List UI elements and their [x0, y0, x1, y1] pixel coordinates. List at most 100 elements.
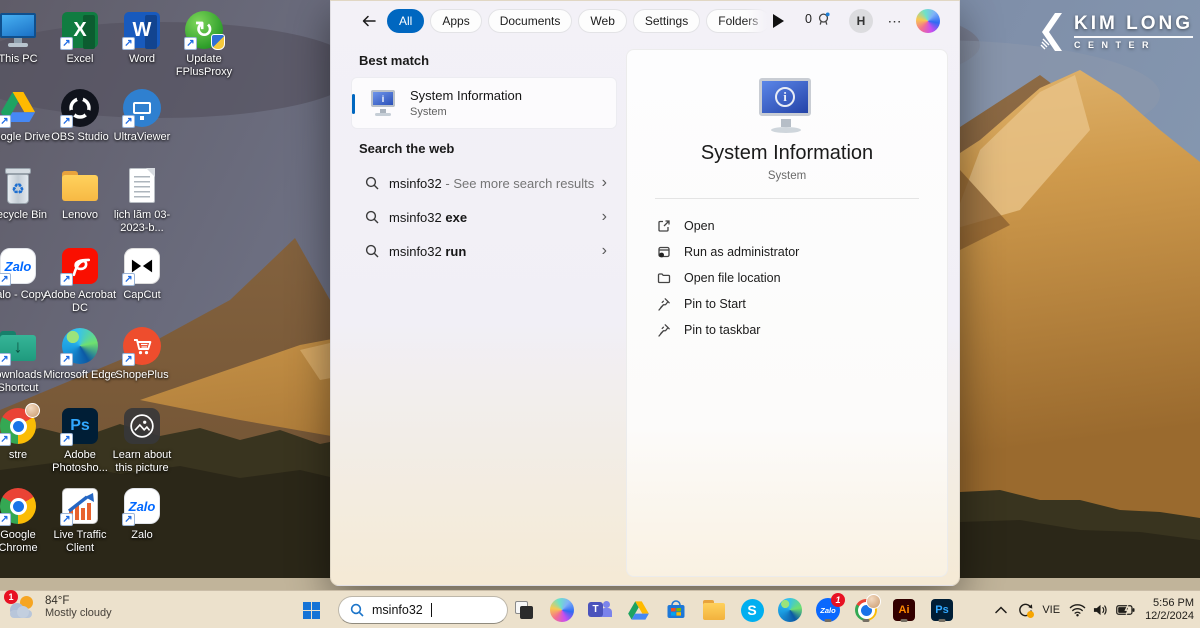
desktop-icon-update-fplusproxy[interactable]: ↻↗ Update FPlusProxy — [173, 10, 235, 79]
desktop-icon-label: CapCut — [104, 289, 180, 302]
chevron-right-icon: › — [602, 208, 607, 226]
teams-button[interactable]: T — [587, 597, 613, 623]
desktop-icon-excel[interactable]: X↗ Excel — [49, 10, 111, 66]
shortcut-arrow-icon: ↗ — [60, 513, 73, 526]
edge-button[interactable] — [777, 597, 803, 623]
desktop-icon-learn-about-picture[interactable]: Learn about this picture — [111, 406, 173, 475]
system-tray: VIE 5:56 PM 12/2/2024 — [989, 591, 1200, 628]
desktop-icon-ultraviewer[interactable]: ↗ UltraViewer — [111, 88, 173, 144]
photoshop-icon: Ps↗ — [60, 406, 100, 446]
rewards-indicator[interactable]: 0 — [805, 11, 831, 27]
update-status-button[interactable] — [1013, 597, 1037, 623]
acrobat-icon: ↗ — [60, 246, 100, 286]
update-icon: ↻↗ — [184, 10, 224, 50]
web-suggestion-row[interactable]: msinfo32 run › — [351, 235, 617, 267]
more-options-icon[interactable]: ⋯ — [883, 9, 907, 33]
desktop-icon-label: UltraViewer — [104, 131, 180, 144]
hidden-icons-button[interactable] — [989, 597, 1013, 623]
desktop-icon-lenovo-folder[interactable]: Lenovo — [49, 166, 111, 222]
tab-web[interactable]: Web — [578, 9, 626, 33]
desktop-icon-shopeplus[interactable]: ↗ ShopePlus — [111, 326, 173, 382]
desktop-icon-live-traffic[interactable]: ↗ Live Traffic Client — [49, 486, 111, 555]
file-explorer-button[interactable] — [701, 597, 727, 623]
chrome-button[interactable] — [853, 597, 879, 623]
shortcut-arrow-icon: ↗ — [60, 37, 73, 50]
copilot-button[interactable] — [549, 597, 575, 623]
action-pin-to-start[interactable]: Pin to Start — [645, 292, 929, 316]
google-drive-button[interactable] — [625, 597, 651, 623]
taskbar-search-input[interactable]: msinfo32 — [338, 596, 508, 624]
desktop-icon-downloads[interactable]: ↓↗ Downloads - Shortcut — [0, 326, 49, 395]
best-match-result[interactable]: i System Information System — [351, 77, 617, 129]
system-information-icon: i — [368, 88, 400, 120]
desktop-icon-edge[interactable]: ↗ Microsoft Edge — [49, 326, 111, 382]
tab-documents[interactable]: Documents — [488, 9, 573, 33]
shortcut-arrow-icon: ↗ — [0, 273, 11, 286]
desktop-icon-capcut[interactable]: ↗ CapCut — [111, 246, 173, 302]
tab-settings[interactable]: Settings — [633, 9, 700, 33]
copilot-icon[interactable] — [916, 9, 940, 33]
edge-icon — [778, 598, 802, 622]
running-indicator — [825, 619, 832, 622]
desktop-icon-lich-lam-document[interactable]: lịch lãm 03-2023-b... — [111, 166, 173, 235]
battery-button[interactable] — [1113, 597, 1137, 623]
desktop-icon-zalo[interactable]: Zalo↗ Zalo — [111, 486, 173, 542]
system-information-icon-large: i — [755, 76, 819, 140]
desktop-icon-photoshop[interactable]: Ps↗ Adobe Photosho... — [49, 406, 111, 475]
zalo-button[interactable]: Zalo1 — [815, 597, 841, 623]
skype-icon: S — [741, 599, 764, 622]
tab-apps[interactable]: Apps — [430, 9, 481, 33]
zalo-icon: Zalo↗ — [122, 486, 162, 526]
microsoft-store-button[interactable] — [663, 597, 689, 623]
ultraviewer-icon: ↗ — [122, 88, 162, 128]
web-suggestion-row[interactable]: msinfo32 - See more search results › — [351, 167, 617, 199]
taskbar: 1 84°F Mostly cloudy msinfo32 T — [0, 590, 1200, 628]
search-icon — [350, 603, 364, 617]
search-value: msinfo32 — [372, 603, 423, 617]
detail-title: System Information — [627, 142, 947, 165]
action-run-as-administrator[interactable]: Run as administrator — [645, 240, 929, 264]
desktop-icon-label: ShopePlus — [104, 369, 180, 382]
brand-divider — [1074, 36, 1193, 38]
user-avatar[interactable]: H — [849, 9, 873, 33]
tabs-scroll-right-icon[interactable] — [773, 14, 784, 28]
windows-desktop: KIM LONG CENTER This PC X↗ Excel W↗ Word… — [0, 0, 1200, 628]
back-button[interactable] — [357, 9, 381, 33]
suggestion-text: msinfo32 run — [389, 244, 466, 259]
desktop-icon-obs-studio[interactable]: ↗ OBS Studio — [49, 88, 111, 144]
desktop-icon-acrobat[interactable]: ↗ Adobe Acrobat DC — [49, 246, 111, 315]
pin-icon — [657, 323, 671, 337]
text-caret — [431, 603, 432, 617]
weather-widget[interactable]: 1 84°F Mostly cloudy — [8, 594, 112, 620]
shortcut-arrow-icon: ↗ — [122, 353, 135, 366]
task-view-button[interactable] — [511, 597, 537, 623]
picture-info-icon — [122, 406, 162, 446]
search-tabbar: All Apps Documents Web Settings Folders … — [331, 1, 959, 41]
notification-badge: 1 — [4, 590, 18, 604]
action-pin-to-taskbar[interactable]: Pin to taskbar — [645, 318, 929, 342]
skype-button[interactable]: S — [739, 597, 765, 623]
illustrator-button[interactable]: Ai — [891, 597, 917, 623]
volume-button[interactable] — [1089, 597, 1113, 623]
shortcut-arrow-icon: ↗ — [122, 115, 135, 128]
language-indicator[interactable]: VIE — [1037, 604, 1065, 616]
action-open[interactable]: Open — [645, 214, 929, 238]
start-button[interactable] — [298, 597, 324, 623]
photoshop-button[interactable]: Ps — [929, 597, 955, 623]
document-icon — [122, 166, 162, 206]
shortcut-arrow-icon: ↗ — [184, 37, 197, 50]
tab-all[interactable]: All — [387, 9, 424, 33]
action-label: Open — [684, 219, 715, 233]
wifi-button[interactable] — [1065, 597, 1089, 623]
brand-line2: CENTER — [1074, 40, 1193, 50]
web-suggestion-row[interactable]: msinfo32 exe › — [351, 201, 617, 233]
shortcut-arrow-icon: ↗ — [0, 115, 11, 128]
running-indicator — [863, 619, 870, 622]
desktop-icon-word[interactable]: W↗ Word — [111, 10, 173, 66]
shortcut-arrow-icon: ↗ — [60, 115, 73, 128]
result-detail-panel: i System Information System Open Run as … — [626, 49, 948, 577]
rewards-icon — [816, 11, 831, 27]
clock[interactable]: 5:56 PM 12/2/2024 — [1137, 597, 1200, 623]
action-open-file-location[interactable]: Open file location — [645, 266, 929, 290]
kim-long-logo: KIM LONG CENTER — [1040, 12, 1193, 52]
